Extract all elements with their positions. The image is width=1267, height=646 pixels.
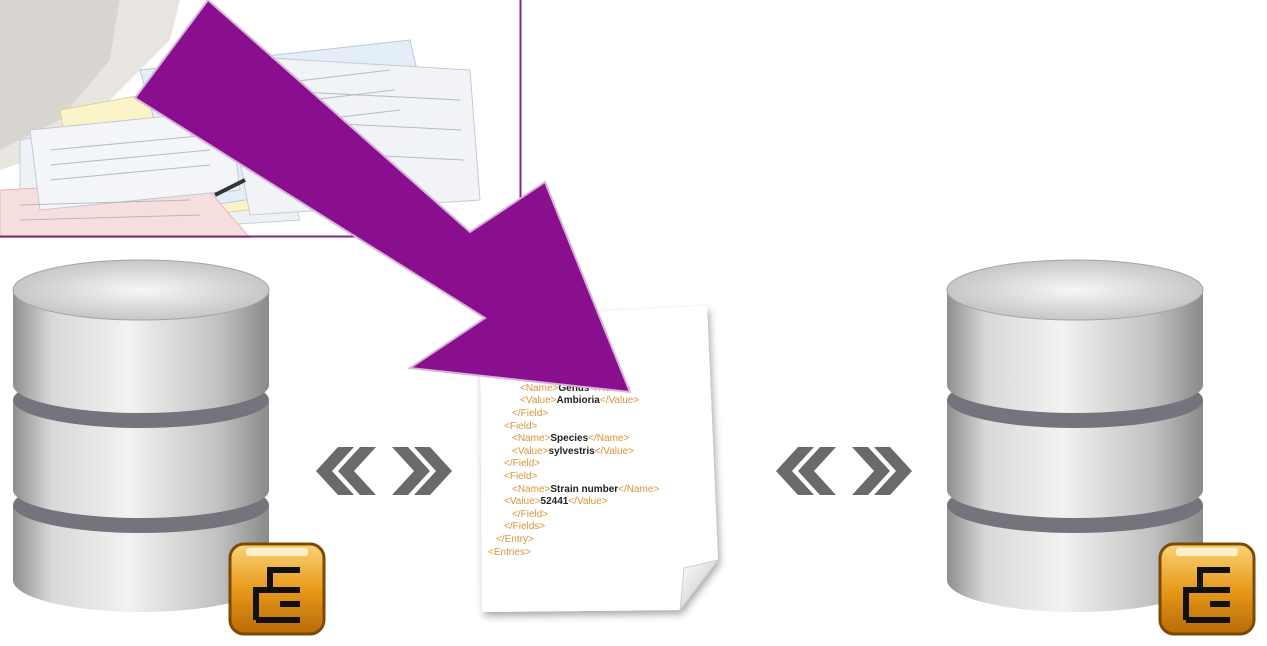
xml-line: <Name>Strain number</Name>	[488, 484, 718, 497]
xml-value: sylvestris	[548, 445, 595, 457]
xml-line: </Field>	[488, 458, 718, 471]
right-double-chevron-exchange-icon	[768, 445, 920, 497]
xml-tag: </Field>	[512, 508, 549, 520]
xml-tag: </Value>	[594, 445, 634, 457]
hierarchy-badge-icon	[228, 542, 328, 637]
xml-value: 52441	[540, 496, 569, 508]
xml-tag: </Field>	[504, 458, 541, 470]
xml-line: <Name>Species</Name>	[488, 433, 718, 446]
xml-tag: <Value>	[504, 496, 541, 508]
xml-line: </Field>	[488, 509, 718, 522]
xml-line: <Field>	[488, 421, 718, 434]
xml-line: <Value>sylvestris</Value>	[488, 446, 718, 459]
xml-tag: <Name>	[512, 433, 551, 445]
xml-line: <Value>52441</Value>	[488, 496, 718, 509]
xml-line: </Fields>	[488, 521, 718, 534]
xml-tag: </Field>	[512, 407, 549, 419]
xml-tag: <Name>	[512, 483, 551, 495]
xml-line: <Entries>	[488, 547, 718, 560]
xml-tag: </Fields>	[504, 521, 546, 533]
big-arrow-icon	[120, 0, 670, 400]
xml-line: <Field>	[488, 471, 718, 484]
xml-value: Species	[550, 433, 589, 445]
left-double-chevron-exchange-icon	[308, 445, 460, 497]
xml-line: </Entry>	[488, 534, 718, 547]
hierarchy-badge-icon	[1158, 542, 1258, 637]
xml-tag: <Field>	[504, 470, 538, 482]
xml-tag: <Entries>	[488, 546, 531, 558]
xml-tag: </Name>	[618, 483, 660, 495]
xml-line: </Field>	[488, 408, 718, 421]
xml-value: Strain number	[550, 483, 619, 495]
xml-tag: </Name>	[588, 433, 630, 445]
xml-tag: <Value>	[512, 445, 549, 457]
xml-tag: <Field>	[504, 420, 538, 432]
xml-tag: </Entry>	[496, 533, 534, 545]
xml-tag: </Value>	[568, 496, 608, 508]
